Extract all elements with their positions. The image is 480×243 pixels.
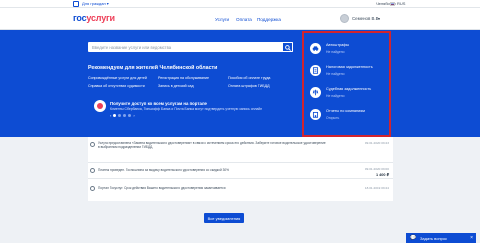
recommend-link[interactable]: Оплата штрафов ГИБДД xyxy=(228,84,270,88)
panel-item-status: Не найдено xyxy=(326,72,345,76)
all-notifications-button[interactable]: Все уведомления xyxy=(204,213,244,223)
panel-item-court[interactable]: Судебная задолженность Не найдено xyxy=(310,86,388,102)
promo-icon xyxy=(94,100,106,112)
feed-amount: 1 400 ₽ xyxy=(376,173,389,177)
russian-flag-icon xyxy=(390,2,395,6)
feed-date: 09.01.2020 09:00 xyxy=(364,167,389,171)
promo-title[interactable]: Получите доступ ко всем услугам на порта… xyxy=(110,101,207,106)
feed-row[interactable]: Портал Госуслуг: Срок действия Вашего во… xyxy=(88,185,393,195)
payment-icon xyxy=(90,168,95,173)
all-notifications-label: Все уведомления xyxy=(207,216,241,221)
recommend-link[interactable]: Пособия об оплате труда xyxy=(228,76,270,80)
language-selector[interactable]: RUS xyxy=(397,1,405,6)
ask-question-widget[interactable]: 💬 Задать вопрос × xyxy=(406,233,476,243)
document-icon xyxy=(310,65,321,76)
carousel-dot[interactable] xyxy=(123,114,127,117)
scales-icon xyxy=(310,87,321,98)
carousel-dot[interactable] xyxy=(118,114,122,117)
chat-icon: 💬 xyxy=(410,235,417,241)
search-icon xyxy=(285,45,291,51)
car-icon xyxy=(310,43,321,54)
carousel-dot[interactable] xyxy=(113,114,117,117)
chevron-left-icon[interactable]: ‹ xyxy=(110,114,111,118)
warning-icon xyxy=(90,186,95,191)
chevron-right-icon[interactable]: › xyxy=(133,114,134,118)
panel-item-label: Автоштрафы xyxy=(326,43,350,47)
close-icon[interactable]: × xyxy=(470,235,473,241)
feed-date: 09.01.2020 09:23 xyxy=(364,141,389,145)
notification-feed: Услуга предоставлена «Замена водительско… xyxy=(88,137,393,201)
ask-question-label: Задать вопрос xyxy=(420,236,448,241)
recommend-link[interactable]: Справка об отсутствии судимости xyxy=(88,84,145,88)
panel-item-fines[interactable]: Автоштрафы Не найдено xyxy=(310,42,388,58)
recommend-link[interactable]: Сопровождённые услуги для детей xyxy=(88,76,147,80)
nav-payment[interactable]: Оплата xyxy=(236,17,252,22)
quick-checks-panel: Автоштрафы Не найдено Налоговая задолжен… xyxy=(302,31,391,137)
audience-selector[interactable]: Для граждан ▾ xyxy=(82,1,109,6)
logo-part-accent: услуги xyxy=(86,13,115,23)
feed-text: Портал Госуслуг: Срок действия Вашего во… xyxy=(98,186,226,190)
site-header: госуслуги Услуги Оплата Поддержка Семено… xyxy=(0,8,480,30)
search-input[interactable]: Введите название услуги или ведомства xyxy=(92,45,171,50)
recommend-link[interactable]: Регистрация на обслуживание xyxy=(158,76,209,80)
recommend-title: Рекомендуем для жителей Челябинской обла… xyxy=(88,65,218,71)
feed-date: 18.01.2019 09:24 xyxy=(364,186,389,190)
nav-services[interactable]: Услуги xyxy=(215,17,229,22)
carousel-dot[interactable] xyxy=(128,114,132,117)
utility-bar: Для граждан ▾ Челябинск RUS xyxy=(0,0,480,8)
panel-item-status: Не найдено xyxy=(326,50,345,54)
feed-text: Услуга предоставлена «Замена водительско… xyxy=(98,141,326,150)
panel-item-reports[interactable]: Отчеты по компаниям Открыть xyxy=(310,108,388,124)
promo-text: Клиенты Сбербанка, Тинькофф Банка и Почт… xyxy=(110,107,263,111)
panel-item-status: Не найдено xyxy=(326,94,345,98)
search-field[interactable]: Введите название услуги или ведомства xyxy=(88,42,293,52)
username: Семенов В.В. xyxy=(352,16,380,21)
panel-item-label: Отчеты по компаниям xyxy=(326,109,365,113)
feed-row[interactable]: Платеж проведен. Госпошлина за выдачу во… xyxy=(88,167,393,179)
crest-icon xyxy=(73,1,79,7)
panel-item-status[interactable]: Открыть xyxy=(326,116,339,120)
building-icon xyxy=(310,109,321,120)
recommend-link[interactable]: Запись в детский сад xyxy=(158,84,194,88)
status-check-icon xyxy=(90,142,95,147)
carousel-controls: ‹ › xyxy=(110,114,135,118)
feed-row[interactable]: Услуга предоставлена «Замена водительско… xyxy=(88,141,393,163)
hero-section: Введите название услуги или ведомства Ре… xyxy=(0,30,480,137)
profile-menu[interactable]: Семенов В.В. ▾ xyxy=(340,14,380,24)
gosuslugi-logo[interactable]: госуслуги xyxy=(73,13,115,23)
panel-item-label: Налоговая задолженность xyxy=(326,65,373,69)
chevron-down-icon: ▾ xyxy=(378,16,381,21)
panel-item-tax[interactable]: Налоговая задолженность Не найдено xyxy=(310,64,388,80)
logo-part-main: гос xyxy=(73,13,87,23)
panel-item-label: Судебная задолженность xyxy=(326,87,372,91)
avatar xyxy=(340,14,349,23)
search-button[interactable] xyxy=(282,42,293,52)
feed-text: Платеж проведен. Госпошлина за выдачу во… xyxy=(98,168,229,172)
nav-support[interactable]: Поддержка xyxy=(257,17,281,22)
